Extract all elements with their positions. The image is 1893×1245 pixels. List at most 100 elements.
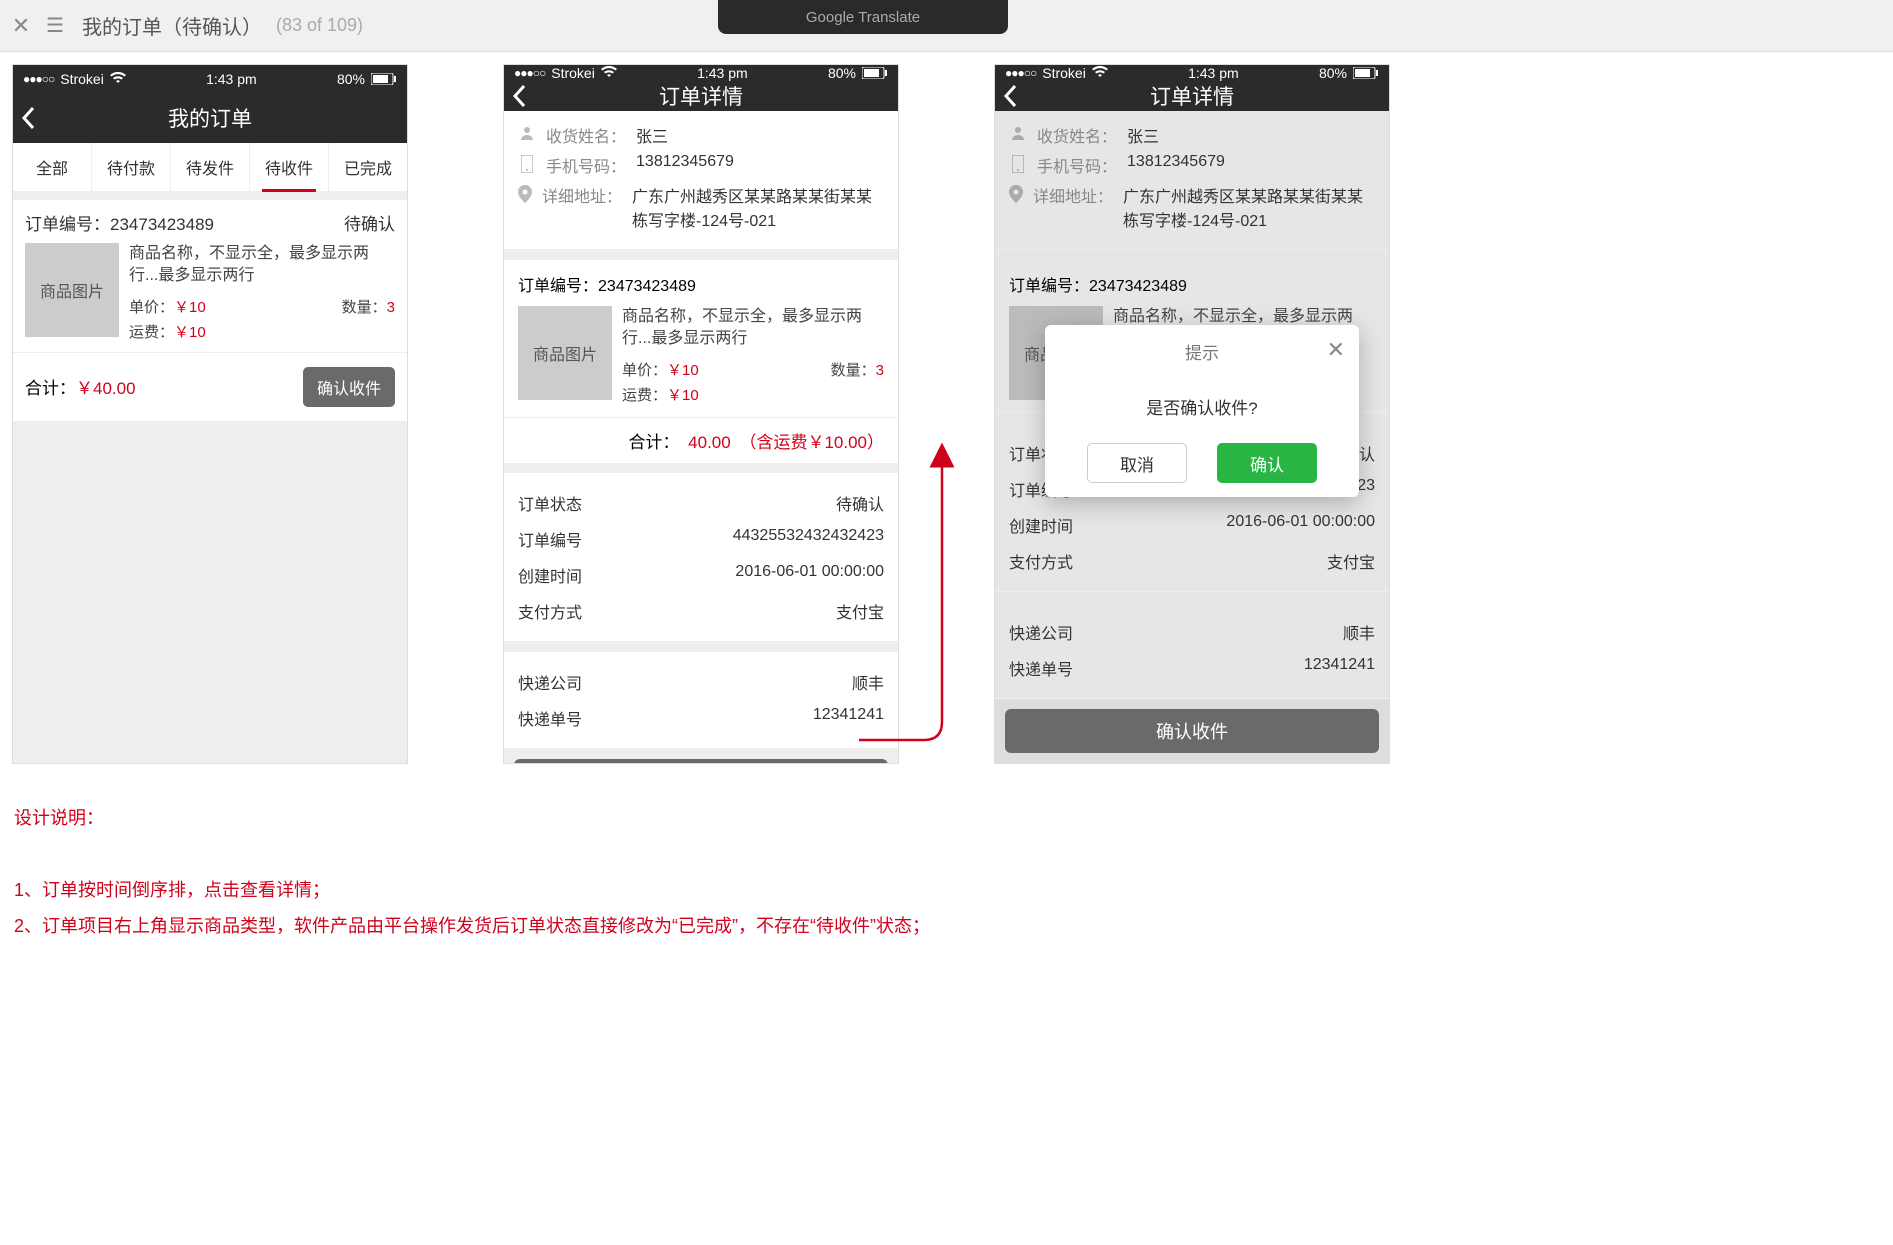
person-icon	[518, 123, 536, 141]
product-name: 商品名称，不显示全，最多显示两行...最多显示两行	[129, 243, 395, 288]
wifi-icon	[110, 71, 126, 87]
price-value: ￥10	[667, 362, 699, 379]
confirm-receive-button[interactable]: 确认收件	[514, 759, 888, 764]
menu-icon[interactable]: ☰	[40, 13, 70, 38]
qty-value: 3	[387, 299, 395, 316]
close-icon[interactable]: ✕	[1327, 337, 1345, 363]
battery-icon	[1353, 67, 1379, 79]
battery-icon	[371, 73, 397, 85]
confirm-receive-button[interactable]: 确认收件	[303, 367, 395, 407]
order-card[interactable]: 订单编号：23473423489 待确认 商品图片 商品名称，不显示全，最多显示…	[13, 200, 407, 352]
product-name: 商品名称，不显示全，最多显示两行...最多显示两行	[622, 306, 884, 351]
back-icon[interactable]	[1003, 81, 1017, 111]
carrier-label: Strokei	[60, 71, 104, 87]
phone-icon	[518, 153, 536, 173]
google-translate-badge[interactable]: Google Translate	[718, 0, 1008, 34]
ok-button[interactable]: 确认	[1217, 443, 1317, 483]
express-no-value: 12341241	[813, 706, 884, 730]
tab-pending-pay[interactable]: 待付款	[92, 143, 171, 191]
order-no: 订单编号：23473423489	[25, 210, 214, 235]
phone-order-detail-modal: ●●●○○ Strokei 1:43 pm 80% 订单详情 收货姓名：张三 手…	[994, 64, 1390, 764]
order-status: 待确认	[344, 210, 395, 235]
notes-line-2: 2、订单项目右上角显示商品类型，软件产品由平台操作发货后订单状态直接修改为“已完…	[14, 908, 1873, 944]
price-label: 单价：	[129, 299, 174, 316]
order-no2-label: 订单编号	[518, 527, 582, 551]
express-section: 快递公司顺丰 快递单号12341241	[995, 602, 1389, 699]
address-section: 收货姓名：张三 手机号码：13812345679 详细地址：广东广州越秀区某某路…	[504, 111, 898, 250]
time-label: 1:43 pm	[1188, 65, 1239, 81]
person-icon	[1009, 123, 1027, 141]
price-label: 单价：	[622, 362, 667, 379]
express-no-label: 快递单号	[518, 706, 582, 730]
qty-value: 3	[876, 362, 884, 379]
created-label: 创建时间	[518, 563, 582, 587]
back-icon[interactable]	[21, 93, 35, 143]
close-icon[interactable]: ✕	[10, 13, 32, 39]
toolbar-title: 我的订单（待确认）	[82, 11, 262, 40]
cancel-button[interactable]: 取消	[1087, 443, 1187, 483]
confirm-receive-button[interactable]: 确认收件	[1005, 709, 1379, 753]
nav-title: 订单详情	[659, 81, 743, 111]
wifi-icon	[1092, 65, 1108, 81]
qty-label: 数量：	[342, 299, 387, 316]
notes-heading: 设计说明：	[14, 800, 1873, 836]
modal-message: 是否确认收件?	[1059, 364, 1345, 443]
express-co-label: 快递公司	[518, 670, 582, 694]
notes-line-1: 1、订单按时间倒序排，点击查看详情；	[14, 872, 1873, 908]
tab-pending-receive[interactable]: 待收件	[250, 143, 329, 191]
total-line: 合计： 40.00 （含运费￥10.00）	[504, 418, 898, 463]
price-value: ￥10	[174, 299, 206, 316]
phone-icon	[1009, 153, 1027, 173]
phone-order-list: ●●●○○ Strokei 1:43 pm 80% 我的订单 全部 待付款	[12, 64, 408, 764]
recv-name-label: 收货姓名：	[546, 123, 626, 147]
design-notes: 设计说明： 1、订单按时间倒序排，点击查看详情； 2、订单项目右上角显示商品类型…	[14, 800, 1873, 944]
order-tabs: 全部 待付款 待发件 待收件 已完成	[13, 143, 407, 192]
app-toolbar: ✕ ☰ 我的订单（待确认） (83 of 109) Google Transla…	[0, 0, 1893, 52]
bottom-bar: 确认收件	[504, 749, 898, 764]
order-no-label: 订单编号：	[518, 278, 598, 295]
ship-label: 运费：	[622, 387, 667, 404]
toolbar-count: (83 of 109)	[276, 15, 363, 36]
status-label: 订单状态	[518, 491, 582, 515]
battery-percent: 80%	[337, 71, 365, 87]
back-icon[interactable]	[512, 81, 526, 111]
confirm-modal: 提示 ✕ 是否确认收件? 取消 确认	[1045, 325, 1359, 497]
battery-percent: 80%	[1319, 65, 1347, 81]
status-bar: ●●●○○ Strokei 1:43 pm 80%	[995, 65, 1389, 81]
total-ship: （含运费￥10.00）	[739, 433, 884, 452]
phones-row: ●●●○○ Strokei 1:43 pm 80% 我的订单 全部 待付款	[12, 64, 1390, 764]
nav-bar: 订单详情	[504, 81, 898, 111]
nav-bar: 我的订单	[13, 93, 407, 143]
recv-name: 张三	[636, 123, 668, 147]
order-meta-section: 订单状态待确认 订单编号44325532432432423 创建时间2016-0…	[504, 473, 898, 642]
qty-label: 数量：	[831, 362, 876, 379]
total-value: 40.00	[688, 433, 731, 452]
total-label: 合计：	[25, 379, 76, 398]
time-label: 1:43 pm	[697, 65, 748, 81]
status-value: 待确认	[836, 491, 884, 515]
order-no-value: 23473423489	[598, 278, 696, 295]
nav-title: 订单详情	[1150, 81, 1234, 111]
total-value: ￥40.00	[76, 379, 136, 398]
location-icon	[518, 183, 532, 203]
tab-completed[interactable]: 已完成	[329, 143, 407, 191]
battery-icon	[862, 67, 888, 79]
tab-pending-ship[interactable]: 待发件	[171, 143, 250, 191]
express-section: 快递公司 顺丰 快递单号 12341241	[504, 652, 898, 749]
carrier-label: Strokei	[1042, 65, 1086, 81]
product-section: 订单编号：23473423489 商品图片 商品名称，不显示全，最多显示两行..…	[504, 260, 898, 418]
carrier-label: Strokei	[551, 65, 595, 81]
ship-value: ￥10	[667, 387, 699, 404]
location-icon	[1009, 183, 1023, 203]
order-footer: 合计：￥40.00 确认收件	[13, 352, 407, 421]
phone-value: 13812345679	[636, 153, 734, 171]
express-co-value: 顺丰	[852, 670, 884, 694]
signal-dots-icon: ●●●○○	[1005, 66, 1036, 80]
address-section: 收货姓名：张三 手机号码：13812345679 详细地址：广东广州越秀区某某路…	[995, 111, 1389, 250]
addr-value: 广东广州越秀区某某路某某街某某栋写字楼-124号-021	[632, 183, 884, 231]
product-thumb: 商品图片	[518, 306, 612, 400]
battery-percent: 80%	[828, 65, 856, 81]
tab-all[interactable]: 全部	[13, 143, 92, 191]
nav-title: 我的订单	[168, 103, 252, 133]
addr-label: 详细地址：	[542, 183, 622, 207]
